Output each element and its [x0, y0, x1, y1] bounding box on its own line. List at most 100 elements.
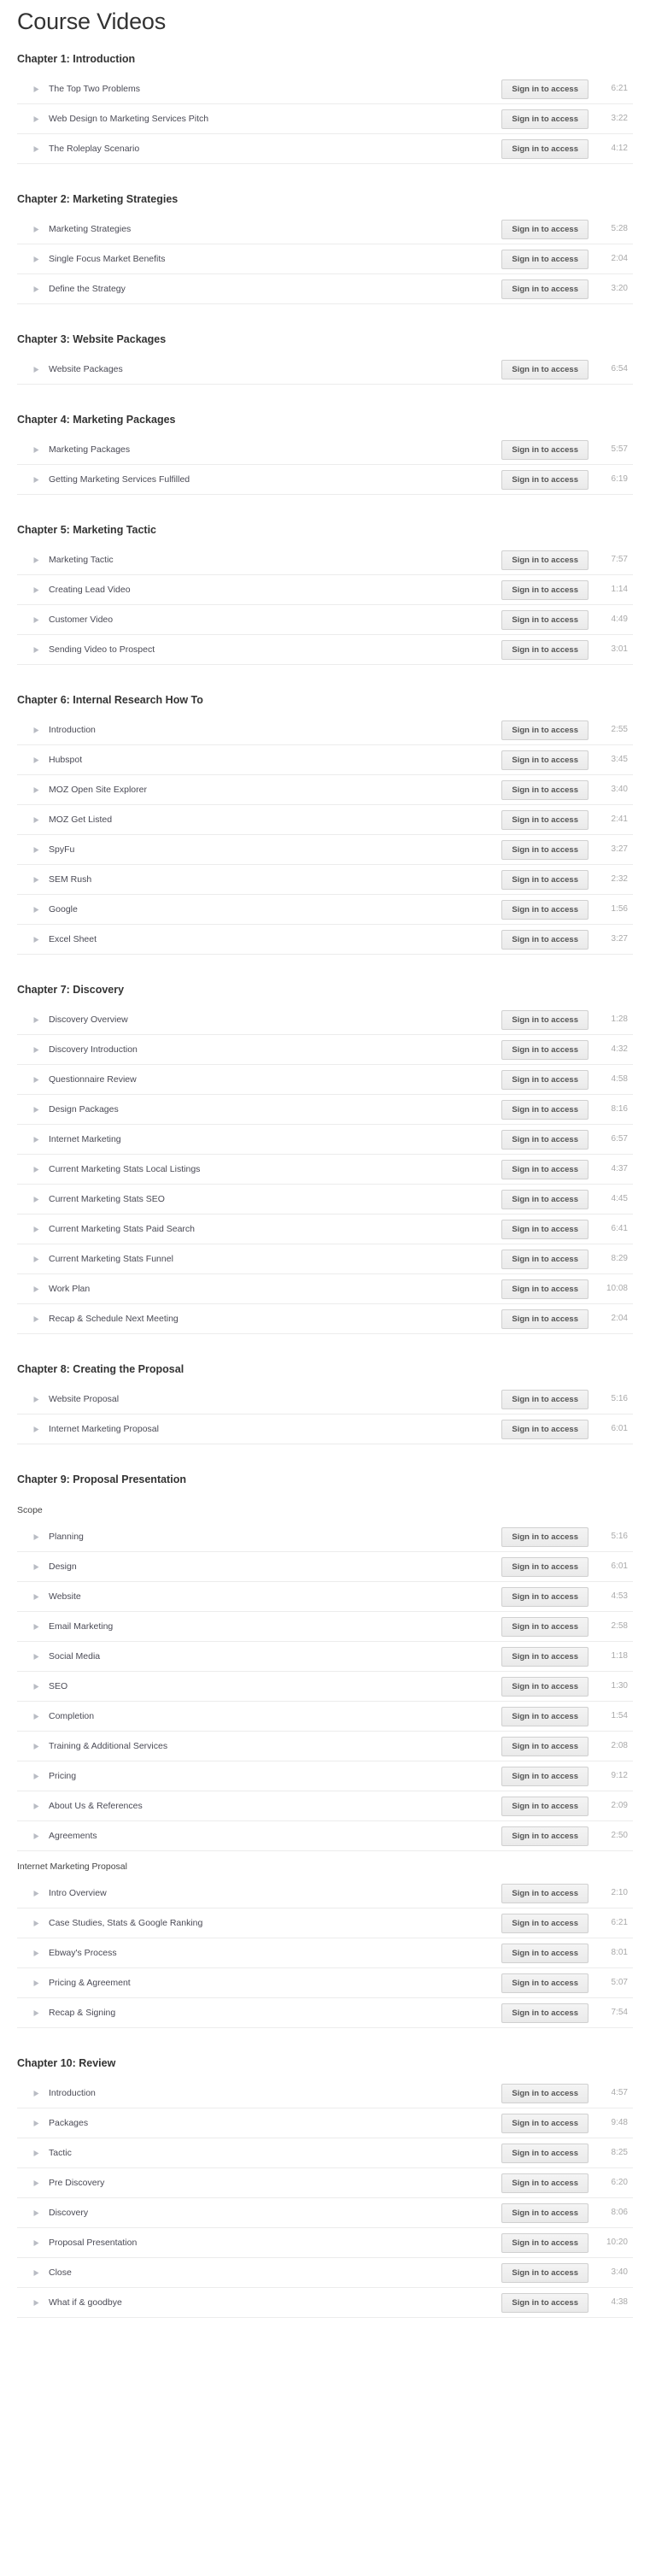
sign-in-to-access-button[interactable]: Sign in to access — [501, 839, 589, 860]
video-row[interactable]: Intro Overview Sign in to access 2:10 — [17, 1879, 633, 1908]
video-row[interactable]: Agreements Sign in to access 2:50 — [17, 1821, 633, 1851]
video-row[interactable]: Define the Strategy Sign in to access 3:20 — [17, 274, 633, 304]
sign-in-to-access-button[interactable]: Sign in to access — [501, 2292, 589, 2313]
sign-in-to-access-button[interactable]: Sign in to access — [501, 1616, 589, 1637]
video-row[interactable]: Discovery Overview Sign in to access 1:28 — [17, 1005, 633, 1035]
video-row[interactable]: Training & Additional Services Sign in to… — [17, 1732, 633, 1761]
video-row[interactable]: Pricing Sign in to access 9:12 — [17, 1761, 633, 1791]
sign-in-to-access-button[interactable]: Sign in to access — [501, 79, 589, 99]
video-row[interactable]: Introduction Sign in to access 4:57 — [17, 2079, 633, 2108]
video-row[interactable]: Website Proposal Sign in to access 5:16 — [17, 1385, 633, 1414]
video-row[interactable]: Recap & Signing Sign in to access 7:54 — [17, 1998, 633, 2028]
video-row[interactable]: Ebway's Process Sign in to access 8:01 — [17, 1938, 633, 1968]
video-row[interactable]: Google Sign in to access 1:56 — [17, 895, 633, 925]
sign-in-to-access-button[interactable]: Sign in to access — [501, 720, 589, 740]
sign-in-to-access-button[interactable]: Sign in to access — [501, 1883, 589, 1903]
sign-in-to-access-button[interactable]: Sign in to access — [501, 609, 589, 630]
video-row[interactable]: Single Focus Market Benefits Sign in to a… — [17, 244, 633, 274]
sign-in-to-access-button[interactable]: Sign in to access — [501, 1556, 589, 1577]
sign-in-to-access-button[interactable]: Sign in to access — [501, 2083, 589, 2103]
sign-in-to-access-button[interactable]: Sign in to access — [501, 1069, 589, 1090]
video-row[interactable]: MOZ Get Listed Sign in to access 2:41 — [17, 805, 633, 835]
sign-in-to-access-button[interactable]: Sign in to access — [501, 2232, 589, 2253]
video-row[interactable]: Internet Marketing Proposal Sign in to ac… — [17, 1414, 633, 1444]
sign-in-to-access-button[interactable]: Sign in to access — [501, 750, 589, 770]
video-row[interactable]: Proposal Presentation Sign in to access 10… — [17, 2228, 633, 2258]
video-row[interactable]: Current Marketing Stats SEO Sign in to ac… — [17, 1185, 633, 1214]
sign-in-to-access-button[interactable]: Sign in to access — [501, 1309, 589, 1329]
sign-in-to-access-button[interactable]: Sign in to access — [501, 1526, 589, 1547]
video-row[interactable]: Current Marketing Stats Local Listings Si… — [17, 1155, 633, 1185]
sign-in-to-access-button[interactable]: Sign in to access — [501, 1009, 589, 1030]
video-row[interactable]: Completion Sign in to access 1:54 — [17, 1702, 633, 1732]
sign-in-to-access-button[interactable]: Sign in to access — [501, 1159, 589, 1179]
video-row[interactable]: Sending Video to Prospect Sign in to acce… — [17, 635, 633, 665]
video-row[interactable]: Hubspot Sign in to access 3:45 — [17, 745, 633, 775]
video-row[interactable]: Marketing Packages Sign in to access 5:57 — [17, 435, 633, 465]
video-row[interactable]: Social Media Sign in to access 1:18 — [17, 1642, 633, 1672]
sign-in-to-access-button[interactable]: Sign in to access — [501, 2262, 589, 2283]
video-row[interactable]: SEO Sign in to access 1:30 — [17, 1672, 633, 1702]
video-row[interactable]: About Us & References Sign in to access 2:… — [17, 1791, 633, 1821]
sign-in-to-access-button[interactable]: Sign in to access — [501, 779, 589, 800]
video-row[interactable]: Email Marketing Sign in to access 2:58 — [17, 1612, 633, 1642]
video-row[interactable]: Pricing & Agreement Sign in to access 5:07 — [17, 1968, 633, 1998]
video-row[interactable]: The Top Two Problems Sign in to access 6:2… — [17, 74, 633, 104]
sign-in-to-access-button[interactable]: Sign in to access — [501, 1943, 589, 1963]
sign-in-to-access-button[interactable]: Sign in to access — [501, 809, 589, 830]
sign-in-to-access-button[interactable]: Sign in to access — [501, 1586, 589, 1607]
video-row[interactable]: Tactic Sign in to access 8:25 — [17, 2138, 633, 2168]
video-row[interactable]: Discovery Sign in to access 8:06 — [17, 2198, 633, 2228]
sign-in-to-access-button[interactable]: Sign in to access — [501, 639, 589, 660]
sign-in-to-access-button[interactable]: Sign in to access — [501, 869, 589, 890]
video-row[interactable]: Current Marketing Stats Paid Search Sign … — [17, 1214, 633, 1244]
sign-in-to-access-button[interactable]: Sign in to access — [501, 1389, 589, 1409]
sign-in-to-access-button[interactable]: Sign in to access — [501, 219, 589, 239]
video-row[interactable]: MOZ Open Site Explorer Sign in to access 3… — [17, 775, 633, 805]
sign-in-to-access-button[interactable]: Sign in to access — [501, 899, 589, 920]
video-row[interactable]: Planning Sign in to access 5:16 — [17, 1522, 633, 1552]
sign-in-to-access-button[interactable]: Sign in to access — [501, 2113, 589, 2133]
sign-in-to-access-button[interactable]: Sign in to access — [501, 1706, 589, 1726]
video-row[interactable]: Marketing Strategies Sign in to access 5:2… — [17, 215, 633, 244]
sign-in-to-access-button[interactable]: Sign in to access — [501, 1826, 589, 1846]
video-row[interactable]: Design Sign in to access 6:01 — [17, 1552, 633, 1582]
sign-in-to-access-button[interactable]: Sign in to access — [501, 469, 589, 490]
sign-in-to-access-button[interactable]: Sign in to access — [501, 929, 589, 950]
sign-in-to-access-button[interactable]: Sign in to access — [501, 2003, 589, 2023]
video-row[interactable]: Pre Discovery Sign in to access 6:20 — [17, 2168, 633, 2198]
sign-in-to-access-button[interactable]: Sign in to access — [501, 1099, 589, 1120]
sign-in-to-access-button[interactable]: Sign in to access — [501, 1189, 589, 1209]
video-row[interactable]: SEM Rush Sign in to access 2:32 — [17, 865, 633, 895]
video-row[interactable]: Case Studies, Stats & Google Ranking Sign… — [17, 1908, 633, 1938]
video-row[interactable]: Creating Lead Video Sign in to access 1:14 — [17, 575, 633, 605]
sign-in-to-access-button[interactable]: Sign in to access — [501, 1249, 589, 1269]
video-row[interactable]: Marketing Tactic Sign in to access 7:57 — [17, 545, 633, 575]
video-row[interactable]: The Roleplay Scenario Sign in to access 4:… — [17, 134, 633, 164]
video-row[interactable]: Getting Marketing Services Fulfilled Sign… — [17, 465, 633, 495]
sign-in-to-access-button[interactable]: Sign in to access — [501, 439, 589, 460]
sign-in-to-access-button[interactable]: Sign in to access — [501, 1973, 589, 1993]
sign-in-to-access-button[interactable]: Sign in to access — [501, 1676, 589, 1697]
sign-in-to-access-button[interactable]: Sign in to access — [501, 1219, 589, 1239]
video-row[interactable]: Web Design to Marketing Services Pitch Si… — [17, 104, 633, 134]
video-row[interactable]: Customer Video Sign in to access 4:49 — [17, 605, 633, 635]
video-row[interactable]: Introduction Sign in to access 2:55 — [17, 715, 633, 745]
sign-in-to-access-button[interactable]: Sign in to access — [501, 1913, 589, 1933]
sign-in-to-access-button[interactable]: Sign in to access — [501, 138, 589, 159]
video-row[interactable]: Website Packages Sign in to access 6:54 — [17, 355, 633, 385]
sign-in-to-access-button[interactable]: Sign in to access — [501, 579, 589, 600]
sign-in-to-access-button[interactable]: Sign in to access — [501, 1279, 589, 1299]
sign-in-to-access-button[interactable]: Sign in to access — [501, 1419, 589, 1439]
sign-in-to-access-button[interactable]: Sign in to access — [501, 1646, 589, 1667]
video-row[interactable]: Packages Sign in to access 9:48 — [17, 2108, 633, 2138]
video-row[interactable]: Close Sign in to access 3:40 — [17, 2258, 633, 2288]
sign-in-to-access-button[interactable]: Sign in to access — [501, 1039, 589, 1060]
sign-in-to-access-button[interactable]: Sign in to access — [501, 249, 589, 269]
sign-in-to-access-button[interactable]: Sign in to access — [501, 2143, 589, 2163]
video-row[interactable]: Work Plan Sign in to access 10:08 — [17, 1274, 633, 1304]
video-row[interactable]: Discovery Introduction Sign in to access 4… — [17, 1035, 633, 1065]
video-row[interactable]: Recap & Schedule Next Meeting Sign in to … — [17, 1304, 633, 1334]
sign-in-to-access-button[interactable]: Sign in to access — [501, 1736, 589, 1756]
sign-in-to-access-button[interactable]: Sign in to access — [501, 279, 589, 299]
